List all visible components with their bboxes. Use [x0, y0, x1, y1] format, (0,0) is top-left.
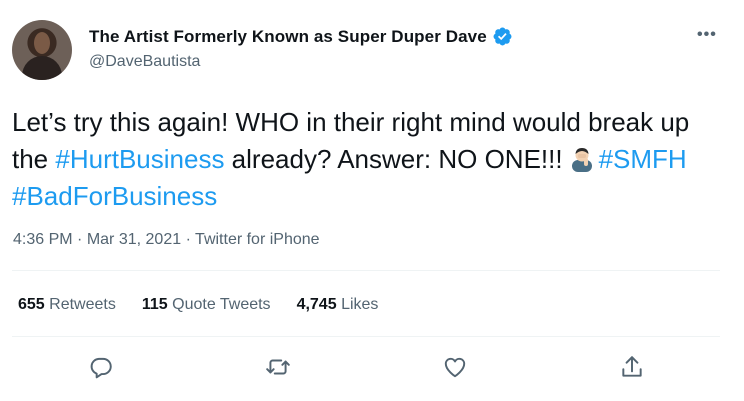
hashtag-link[interactable]: #HurtBusiness — [55, 144, 224, 174]
verified-badge-icon — [493, 27, 512, 46]
tweet-card: The Artist Formerly Known as Super Duper… — [0, 0, 744, 401]
divider — [12, 336, 720, 337]
engagement-stats: 655 Retweets 115 Quote Tweets 4,745 Like… — [18, 296, 404, 314]
author-handle[interactable]: @DaveBautista — [89, 53, 200, 71]
tweet-text-part: already? Answer: NO ONE!!! — [224, 144, 563, 174]
author-display-name[interactable]: The Artist Formerly Known as Super Duper… — [89, 27, 487, 47]
tweet-source[interactable]: Twitter for iPhone — [195, 231, 320, 248]
likes-stat[interactable]: 4,745 Likes — [297, 296, 379, 314]
tweet-text: Let’s try this again! WHO in their right… — [12, 104, 702, 215]
more-horizontal-icon[interactable]: ••• — [697, 26, 717, 44]
quote-tweets-stat[interactable]: 115 Quote Tweets — [142, 296, 271, 314]
tweet-time[interactable]: 4:36 PM — [13, 231, 73, 248]
tweet-meta: 4:36 PM · Mar 31, 2021 · Twitter for iPh… — [13, 231, 320, 249]
meta-separator: · — [185, 231, 196, 248]
meta-separator: · — [77, 231, 87, 248]
retweets-stat[interactable]: 655 Retweets — [18, 296, 116, 314]
retweets-count: 655 — [18, 296, 45, 313]
share-icon[interactable] — [619, 354, 645, 380]
man-facepalming-emoji — [571, 148, 592, 172]
author-name-row: The Artist Formerly Known as Super Duper… — [89, 26, 513, 47]
action-bar — [0, 354, 744, 382]
tweet-date[interactable]: Mar 31, 2021 — [87, 231, 181, 248]
divider — [12, 270, 720, 271]
avatar[interactable] — [12, 20, 72, 80]
retweets-label: Retweets — [49, 296, 116, 313]
heart-icon[interactable] — [442, 354, 468, 380]
likes-count: 4,745 — [296, 296, 337, 313]
quote-tweets-label: Quote Tweets — [172, 296, 271, 313]
hashtag-link[interactable]: #BadForBusiness — [12, 181, 217, 211]
retweet-icon[interactable] — [265, 354, 291, 380]
likes-label: Likes — [341, 296, 379, 313]
reply-icon[interactable] — [88, 354, 114, 380]
quote-tweets-count: 115 — [141, 296, 168, 313]
hashtag-link[interactable]: #SMFH — [599, 144, 687, 174]
